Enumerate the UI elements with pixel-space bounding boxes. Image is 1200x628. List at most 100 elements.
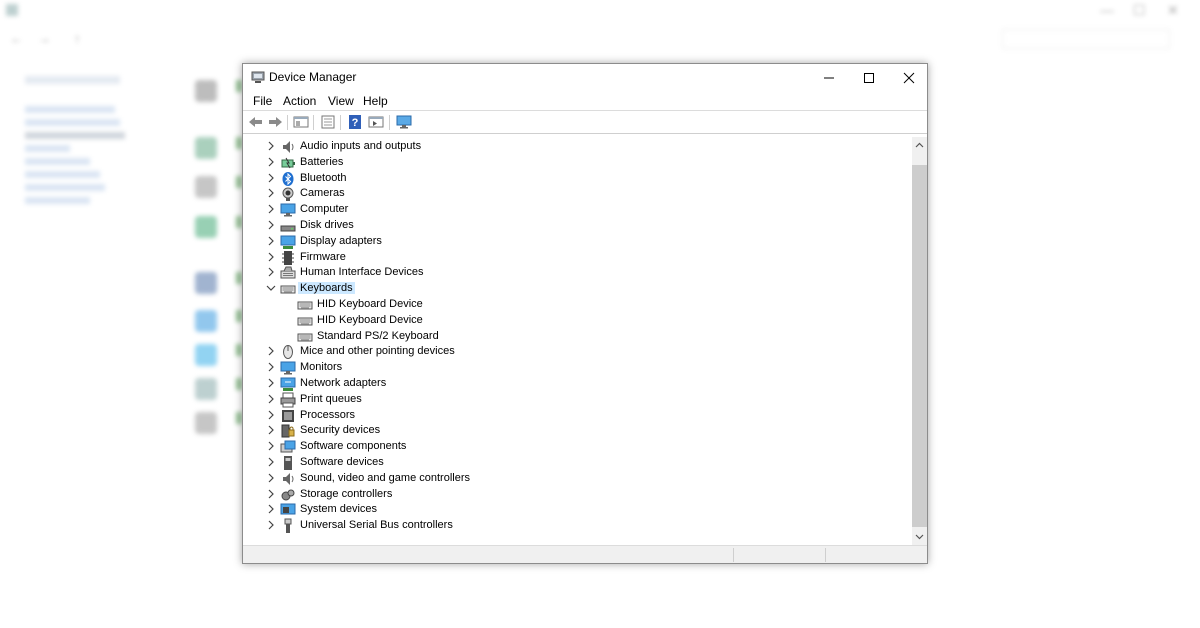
tree-device-row[interactable]: HID Keyboard Device <box>243 313 903 329</box>
tree-category-label: Keyboards <box>298 282 355 294</box>
chevron-down-icon[interactable] <box>266 283 276 293</box>
tree-device-row[interactable]: HID Keyboard Device <box>243 297 903 313</box>
chevron-right-icon[interactable] <box>266 173 276 183</box>
computer-icon <box>280 203 296 217</box>
menu-file[interactable]: File <box>251 94 274 108</box>
tree-category-row[interactable]: Software devices <box>243 455 903 471</box>
processor-icon <box>282 410 294 422</box>
camera-icon <box>282 187 294 201</box>
tree-device-row[interactable]: Standard PS/2 Keyboard <box>243 329 903 345</box>
scrollbar-thumb[interactable] <box>912 165 927 527</box>
firmware-icon <box>282 251 294 265</box>
tree-category-row[interactable]: Storage controllers <box>243 487 903 503</box>
svg-text:?: ? <box>352 117 359 129</box>
tree-category-label: Audio inputs and outputs <box>300 140 422 152</box>
action-pane-icon[interactable] <box>367 114 385 130</box>
tree-category-row[interactable]: Network adapters <box>243 376 903 392</box>
chevron-right-icon[interactable] <box>266 489 276 499</box>
tree-category-label: Storage controllers <box>300 488 393 500</box>
sound-icon <box>283 473 294 485</box>
mouse-icon <box>283 345 293 359</box>
disk-drive-icon <box>280 225 296 232</box>
maximize-icon <box>864 73 874 83</box>
title-bar[interactable]: Device Manager <box>243 64 927 92</box>
tree-category-label: Disk drives <box>300 219 354 231</box>
forward-arrow-icon[interactable] <box>266 114 284 130</box>
tree-category-row[interactable]: Mice and other pointing devices <box>243 344 903 360</box>
chevron-right-icon[interactable] <box>266 473 276 483</box>
tree-category-label: Batteries <box>300 156 344 168</box>
battery-icon <box>281 157 295 169</box>
tree-category-label: Sound, video and game controllers <box>300 472 470 484</box>
chevron-right-icon[interactable] <box>266 141 276 151</box>
tree-category-row[interactable]: Keyboards <box>243 281 903 297</box>
background-icon <box>195 80 217 102</box>
scroll-up-icon[interactable] <box>915 141 924 150</box>
help-icon[interactable]: ? <box>346 114 364 130</box>
software-component-icon <box>280 440 296 453</box>
tree-category-row[interactable]: Firmware <box>243 250 903 266</box>
close-button[interactable] <box>889 64 929 92</box>
tree-category-row[interactable]: Disk drives <box>243 218 903 234</box>
chevron-right-icon[interactable] <box>266 425 276 435</box>
tree-category-label: Universal Serial Bus controllers <box>300 519 453 531</box>
tree-category-row[interactable]: Computer <box>243 202 903 218</box>
tree-category-label: Software components <box>300 440 407 452</box>
minimize-button[interactable] <box>809 64 849 92</box>
tree-category-label: Computer <box>300 203 349 215</box>
chevron-right-icon[interactable] <box>266 204 276 214</box>
chevron-right-icon[interactable] <box>266 188 276 198</box>
status-bar <box>243 545 927 563</box>
menu-view[interactable]: View <box>326 94 356 108</box>
tree-category-row[interactable]: Display adapters <box>243 234 903 250</box>
chevron-right-icon[interactable] <box>266 441 276 451</box>
vertical-scrollbar[interactable] <box>912 137 927 545</box>
show-hide-console-tree-icon[interactable] <box>292 114 310 130</box>
tree-category-row[interactable]: Print queues <box>243 392 903 408</box>
tree-category-row[interactable]: Human Interface Devices <box>243 265 903 281</box>
menu-help[interactable]: Help <box>361 94 390 108</box>
menu-bar: File Action View Help <box>243 92 927 112</box>
tree-category-row[interactable]: Monitors <box>243 360 903 376</box>
tree-category-row[interactable]: Processors <box>243 408 903 424</box>
tree-device-label: HID Keyboard Device <box>317 298 423 310</box>
tree-device-label: Standard PS/2 Keyboard <box>317 330 439 342</box>
bluetooth-icon <box>282 172 294 186</box>
tree-category-row[interactable]: Cameras <box>243 186 903 202</box>
tree-category-row[interactable]: Security devices <box>243 423 903 439</box>
scan-hardware-icon[interactable] <box>395 114 413 130</box>
chevron-right-icon[interactable] <box>266 410 276 420</box>
chevron-right-icon[interactable] <box>266 457 276 467</box>
background-icon <box>195 216 217 238</box>
scroll-down-icon[interactable] <box>915 532 924 541</box>
chevron-right-icon[interactable] <box>266 252 276 262</box>
toolbar-separator <box>287 115 288 130</box>
chevron-right-icon[interactable] <box>266 378 276 388</box>
maximize-button[interactable] <box>849 64 889 92</box>
tree-category-row[interactable]: Batteries <box>243 155 903 171</box>
chevron-right-icon[interactable] <box>266 346 276 356</box>
tree-category-label: System devices <box>300 503 378 515</box>
chevron-right-icon[interactable] <box>266 520 276 530</box>
back-arrow-icon[interactable] <box>247 114 265 130</box>
chevron-right-icon[interactable] <box>266 267 276 277</box>
window-title: Device Manager <box>269 70 357 84</box>
menu-action[interactable]: Action <box>281 94 318 108</box>
tree-category-row[interactable]: Software components <box>243 439 903 455</box>
background-maximize-icon: ☐ <box>1133 2 1146 18</box>
tree-category-row[interactable]: Audio inputs and outputs <box>243 139 903 155</box>
chevron-right-icon[interactable] <box>266 504 276 514</box>
tree-category-row[interactable]: System devices <box>243 502 903 518</box>
chevron-right-icon[interactable] <box>266 157 276 167</box>
tree-category-row[interactable]: Bluetooth <box>243 171 903 187</box>
tree-category-label: Mice and other pointing devices <box>300 345 455 357</box>
properties-icon[interactable] <box>319 114 337 130</box>
chevron-right-icon[interactable] <box>266 220 276 230</box>
chevron-right-icon[interactable] <box>266 236 276 246</box>
chevron-right-icon[interactable] <box>266 394 276 404</box>
background-icon <box>195 272 217 294</box>
chevron-right-icon[interactable] <box>266 362 276 372</box>
tree-category-row[interactable]: Universal Serial Bus controllers <box>243 518 903 534</box>
tree-category-row[interactable]: Sound, video and game controllers <box>243 471 903 487</box>
security-icon <box>281 424 295 438</box>
